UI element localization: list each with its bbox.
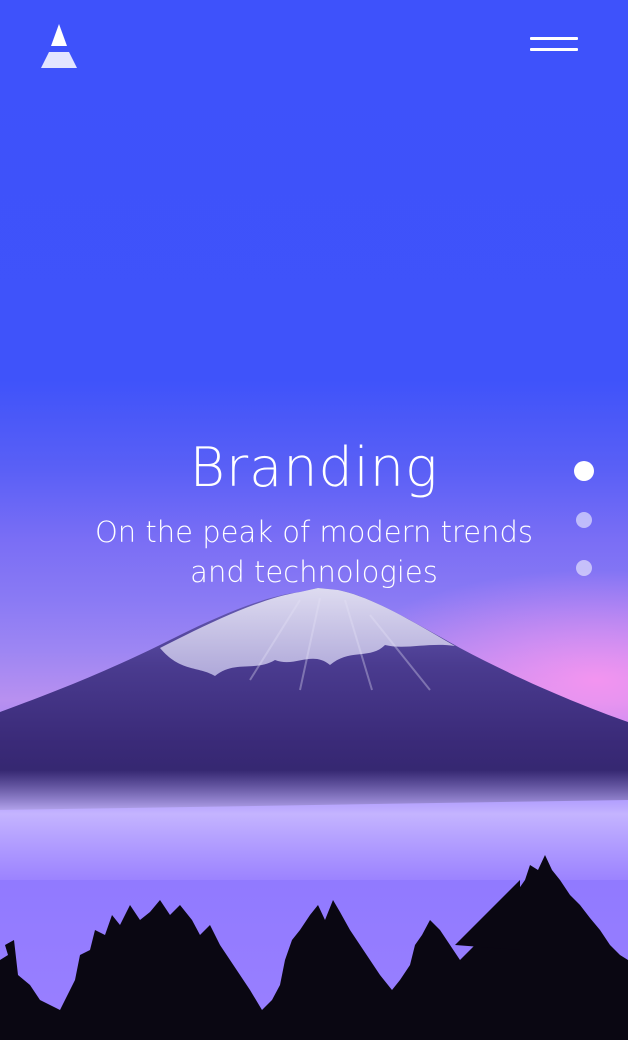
menu-button[interactable] [530, 35, 580, 55]
logo[interactable] [38, 22, 80, 70]
hero-title: Branding [189, 436, 439, 499]
hamburger-menu-icon [530, 37, 578, 40]
forest-silhouette [0, 855, 628, 1040]
slide-dot-2[interactable] [576, 512, 592, 528]
slide-dot-3[interactable] [576, 560, 592, 576]
hero-subtitle-line-1: On the peak of modern trends [94, 515, 534, 549]
hero-subtitle: On the peak of modern trends and technol… [64, 512, 564, 592]
mountain-logo-icon [41, 24, 77, 68]
fog-band [0, 770, 628, 880]
slide-dot-1-active[interactable] [574, 461, 594, 481]
hero-subtitle-line-2: and technologies [190, 555, 438, 589]
